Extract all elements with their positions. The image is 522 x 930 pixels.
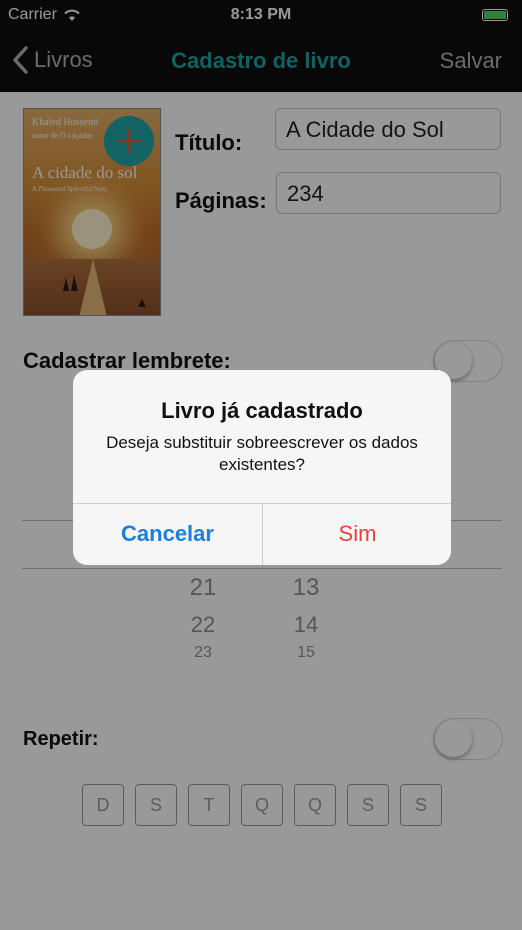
confirm-button[interactable]: Sim [263, 503, 451, 565]
alert-message: Deseja substituir sobreescrever os dados… [106, 433, 418, 474]
cancel-button[interactable]: Cancelar [73, 503, 262, 565]
duplicate-book-alert: Livro já cadastrado Deseja substituir so… [73, 370, 451, 565]
alert-title: Livro já cadastrado [161, 398, 363, 423]
